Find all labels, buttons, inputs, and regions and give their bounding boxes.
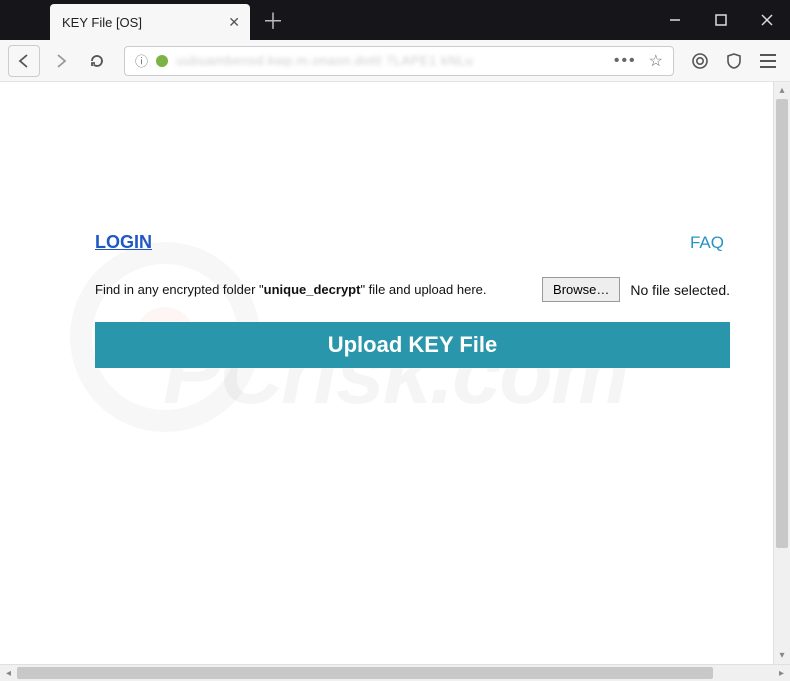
forward-button[interactable] <box>46 46 76 76</box>
browser-tab[interactable]: KEY File [OS] ✕ <box>50 4 250 40</box>
back-button[interactable] <box>8 45 40 77</box>
h-scroll-thumb[interactable] <box>17 667 713 679</box>
horizontal-scrollbar[interactable]: ◂ ▸ <box>0 664 790 681</box>
faq-link[interactable]: FAQ <box>690 233 724 253</box>
arrow-left-icon <box>16 53 32 69</box>
tab-title: KEY File [OS] <box>62 15 218 30</box>
reload-button[interactable] <box>82 46 112 76</box>
upload-key-file-button[interactable]: Upload KEY File <box>95 322 730 368</box>
more-icon[interactable]: ••• <box>614 52 637 70</box>
tab-close-icon[interactable]: ✕ <box>228 14 240 31</box>
info-icon[interactable]: ⓘ <box>135 51 148 70</box>
close-window-button[interactable] <box>744 0 790 40</box>
tor-circuit-icon[interactable] <box>686 47 714 75</box>
scroll-right-arrow-icon[interactable]: ▸ <box>773 665 790 681</box>
file-picker: Browse… No file selected. <box>542 277 730 302</box>
window-controls <box>652 0 790 40</box>
shield-icon[interactable] <box>720 47 748 75</box>
address-bar[interactable]: ⓘ uubuambensd.kwp.m.onaon.dottl 7LAPE1 k… <box>124 46 674 76</box>
page-viewport: PCrisk.com LOGIN FAQ Find in any encrypt… <box>0 82 790 664</box>
window-title-bar: KEY File [OS] ✕ ＋ <box>0 0 790 40</box>
scroll-down-arrow-icon[interactable]: ▾ <box>774 647 790 664</box>
scroll-left-arrow-icon[interactable]: ◂ <box>0 665 17 681</box>
v-scroll-track[interactable] <box>774 99 790 647</box>
file-status-label: No file selected. <box>630 282 730 298</box>
url-text: uubuambensd.kwp.m.onaon.dottl 7LAPE1 kNL… <box>176 53 606 68</box>
v-scroll-thumb[interactable] <box>776 99 788 548</box>
onion-icon <box>156 55 168 67</box>
hamburger-icon <box>760 54 776 56</box>
arrow-right-icon <box>53 53 69 69</box>
scroll-up-arrow-icon[interactable]: ▴ <box>774 82 790 99</box>
browser-toolbar: ⓘ uubuambensd.kwp.m.onaon.dottl 7LAPE1 k… <box>0 40 790 82</box>
close-icon <box>761 14 773 26</box>
shield-svg-icon <box>725 52 743 70</box>
browse-button[interactable]: Browse… <box>542 277 620 302</box>
upload-instruction: Find in any encrypted folder "unique_dec… <box>95 282 487 297</box>
reload-icon <box>89 53 105 69</box>
maximize-icon <box>715 14 727 26</box>
new-tab-button[interactable]: ＋ <box>262 0 284 40</box>
minimize-button[interactable] <box>652 0 698 40</box>
vertical-scrollbar[interactable]: ▴ ▾ <box>773 82 790 664</box>
h-scroll-track[interactable] <box>17 665 773 681</box>
maximize-button[interactable] <box>698 0 744 40</box>
bookmark-star-icon[interactable]: ☆ <box>649 51 663 71</box>
menu-button[interactable] <box>754 47 782 75</box>
minimize-icon <box>669 14 681 26</box>
page-content: LOGIN FAQ Find in any encrypted folder "… <box>0 82 790 368</box>
filename-bold: unique_decrypt <box>264 282 361 297</box>
login-link[interactable]: LOGIN <box>95 232 152 253</box>
circuit-icon <box>691 52 709 70</box>
